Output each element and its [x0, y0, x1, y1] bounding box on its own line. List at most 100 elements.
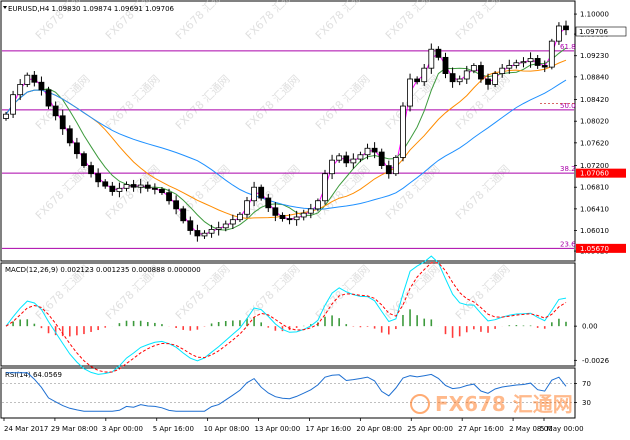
- price-tick-label: 1.08420: [580, 96, 609, 104]
- candle-body: [329, 159, 335, 175]
- candle-body: [137, 184, 144, 188]
- candle-body: [52, 105, 59, 117]
- candle-body: [38, 81, 45, 91]
- candle-body: [463, 70, 470, 80]
- watermark-text: FX678 汇通网: [243, 0, 303, 42]
- candle-body: [506, 65, 513, 69]
- candle-body: [485, 78, 491, 85]
- fib-price-badge-label: 1.07060: [580, 170, 609, 178]
- candle-body: [123, 184, 130, 189]
- candle-body: [215, 227, 222, 230]
- candle-body: [293, 216, 300, 221]
- price-tick-label: 1.07620: [580, 139, 609, 147]
- candle-body: [400, 105, 406, 158]
- candle-body: [73, 142, 80, 155]
- candle-body: [31, 74, 38, 83]
- watermark-text: FX678 汇通网: [103, 72, 163, 132]
- candle-body: [499, 67, 506, 74]
- fx678-brand-logo: FX678 汇通网: [410, 392, 573, 416]
- candle-body: [314, 200, 321, 210]
- rsi-tick-label: 30: [582, 399, 591, 407]
- candle-body: [414, 78, 421, 83]
- watermark-text: FX678 汇通网: [383, 0, 443, 42]
- price-tick-label: 1.10000: [580, 11, 609, 19]
- watermark-text: FX678 汇通网: [33, 162, 93, 222]
- candle-body: [10, 94, 16, 115]
- candle-body: [66, 128, 73, 144]
- candle-body: [520, 61, 527, 64]
- candle-body: [513, 62, 520, 66]
- candle-body: [307, 208, 314, 214]
- price-tick-label: 1.08020: [580, 118, 609, 126]
- time-tick-label: 20 Apr 08:00: [356, 425, 402, 433]
- symbol-ohlc-title: EURUSD,H4 1.09830 1.09874 1.09691 1.0970…: [8, 5, 175, 13]
- watermark-text: FX678 汇通网: [383, 162, 443, 222]
- time-tick-label: 27 Apr 16:00: [458, 425, 504, 433]
- price-tick-label: 1.06010: [580, 227, 609, 235]
- candle-body: [449, 73, 456, 83]
- candle-body: [88, 165, 94, 175]
- candle-body: [45, 89, 52, 107]
- time-tick-label: 25 Apr 00:00: [407, 425, 453, 433]
- candle-body: [173, 200, 180, 210]
- candle-body: [435, 48, 442, 58]
- price-tick-label: 1.09230: [580, 52, 609, 60]
- candle-body: [208, 229, 215, 234]
- watermark-text: FX678 汇通网: [313, 0, 373, 42]
- time-tick-label: 3 Apr 00:00: [102, 425, 143, 433]
- time-tick-label: 10 Apr 08:00: [204, 425, 250, 433]
- price-axis: 1.100001.096301.092301.088401.084201.080…: [574, 11, 626, 256]
- candle-body: [548, 40, 555, 68]
- moving-averages: [5, 27, 567, 236]
- candle-body: [24, 74, 31, 85]
- macd-tick-label: 0.00: [582, 323, 598, 331]
- candle-body: [407, 78, 413, 107]
- candle-body: [357, 154, 364, 160]
- candle-body: [81, 153, 87, 166]
- candle-body: [151, 187, 158, 190]
- time-tick-label: 13 Apr 00:00: [255, 425, 301, 433]
- candle-body: [456, 78, 463, 83]
- candle-body: [194, 230, 201, 237]
- watermark-text: FX678 汇通网: [313, 72, 373, 132]
- candle-body: [265, 197, 272, 209]
- candle-body: [563, 25, 569, 31]
- time-tick-label: 24 Mar 2017: [4, 425, 48, 433]
- watermark-text: FX678 汇通网: [453, 0, 513, 42]
- price-chart-svg: FX678 汇通网 FX678 汇通网 FX678 汇通网 FX678 汇通网 FX67…: [0, 0, 627, 433]
- candle-body: [279, 214, 286, 220]
- candle-body: [378, 151, 385, 166]
- candle-body: [350, 158, 357, 164]
- watermark-text: FX678 汇通网: [243, 72, 303, 132]
- candle-body: [102, 181, 109, 187]
- macd-title: MACD(12,26,9) 0.002123 0.001235 0.000888…: [5, 266, 201, 274]
- candle-body: [371, 147, 378, 153]
- watermark-text: FX678 汇通网: [243, 262, 303, 322]
- candle-body: [130, 184, 137, 188]
- candle-body: [442, 56, 449, 74]
- candle-body: [527, 58, 534, 63]
- candle-body: [222, 223, 229, 229]
- time-tick-label: 29 Mar 08:00: [51, 425, 98, 433]
- brand-watermark-text: FX678 汇通网: [435, 392, 573, 416]
- time-tick-label: 17 Apr 16:00: [305, 425, 351, 433]
- candle-body: [272, 207, 279, 216]
- candle-body: [478, 65, 484, 80]
- candle-body: [392, 157, 399, 175]
- watermark-text: FX678 汇通网: [453, 262, 513, 322]
- fib-label: 23.6: [560, 240, 576, 248]
- current-price-label: 1.09706: [579, 28, 608, 36]
- candle-body: [116, 187, 123, 192]
- main-panel-frame: [0, 0, 576, 262]
- candle-body: [556, 25, 562, 42]
- candle-body: [286, 218, 293, 221]
- candle-body: [201, 232, 208, 237]
- watermark-text: FX678 汇通网: [313, 262, 373, 322]
- candle-body: [251, 186, 258, 202]
- candle-body: [343, 155, 350, 164]
- candle-body: [109, 185, 116, 192]
- candle-body: [385, 165, 392, 175]
- candle-body: [541, 65, 548, 68]
- dropdown-arrow-icon[interactable]: [3, 6, 7, 9]
- watermark-text: FX678 汇通网: [173, 0, 233, 42]
